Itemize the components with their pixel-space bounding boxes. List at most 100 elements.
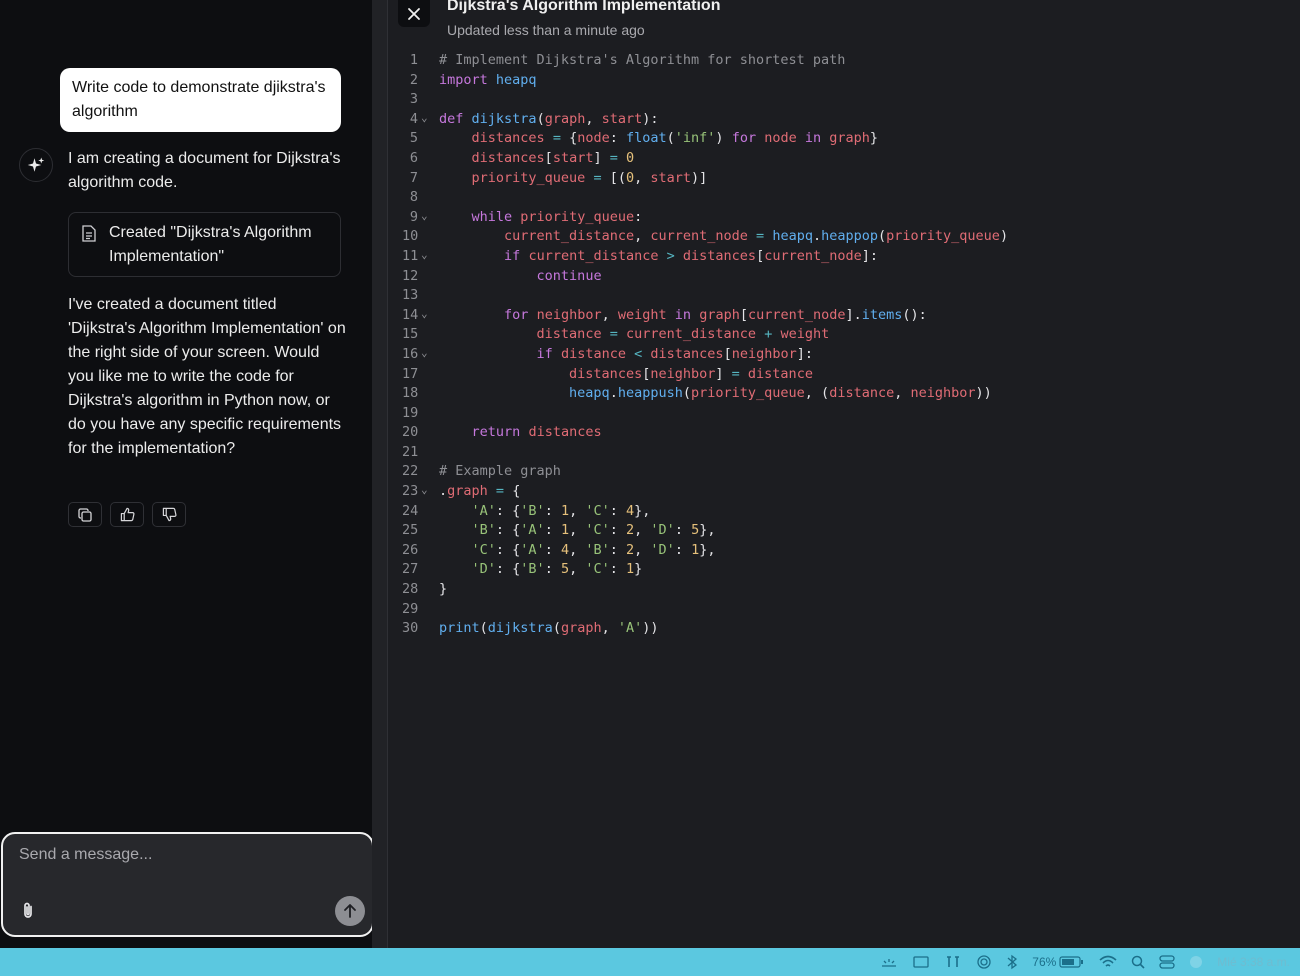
document-icon	[82, 225, 96, 242]
siri-icon[interactable]	[1189, 955, 1203, 969]
code-text: 'C': {'A': 4, 'B': 2, 'D': 1},	[471, 541, 716, 558]
line-number: 17	[402, 365, 419, 382]
assistant-reply: I've created a document titled 'Dijkstra…	[68, 296, 346, 457]
code-text: # Implement Dijkstra's Algorithm for sho…	[439, 52, 846, 68]
line-number: 10	[402, 228, 419, 245]
fold-chevron-icon[interactable]: ⌄	[421, 108, 428, 128]
code-line: 24 'A': {'B': 1, 'C': 4},	[388, 502, 1300, 522]
code-text: }	[439, 581, 448, 598]
line-number: 4	[409, 110, 418, 127]
copy-icon	[78, 507, 92, 522]
code-line: 29	[388, 600, 1300, 620]
line-number: 26	[402, 541, 419, 558]
code-text: def dijkstra(graph, start):	[439, 110, 659, 127]
line-number: 8	[409, 189, 418, 206]
line-number: 16	[402, 345, 419, 362]
line-number: 27	[402, 561, 419, 578]
line-number: 12	[402, 267, 419, 284]
fold-chevron-icon[interactable]: ⌄	[421, 245, 428, 265]
code-line: 10 current_distance, current_node = heap…	[388, 227, 1300, 247]
code-text: return distances	[471, 424, 602, 441]
line-number: 13	[402, 287, 419, 304]
clock[interactable]: Mié 3:38 a.m.	[1217, 955, 1290, 969]
code-line: 20 return distances	[388, 423, 1300, 443]
assistant-intro: I am creating a document for Dijkstra's …	[68, 150, 341, 191]
code-line: 15 distance = current_distance + weight	[388, 325, 1300, 345]
code-line: 16 ⌄ if distance < distances[neighbor]:	[388, 345, 1300, 365]
line-number: 9	[409, 208, 418, 225]
close-document-button[interactable]	[398, 0, 430, 27]
code-line: 7 priority_queue = [(0, start)]	[388, 169, 1300, 189]
document-card[interactable]: Created "Dijkstra's Algorithm Implementa…	[68, 212, 341, 277]
document-panel: Dijkstra's Algorithm Implementation Upda…	[388, 0, 1300, 948]
line-number: 25	[402, 522, 419, 539]
message-input[interactable]	[17, 844, 351, 888]
code-line: 27 'D': {'B': 5, 'C': 1}	[388, 560, 1300, 580]
sparkle-icon	[27, 157, 45, 172]
copy-button[interactable]	[68, 502, 102, 527]
airpods-icon[interactable]	[944, 955, 962, 969]
code-editor[interactable]: 1 # Implement Dijkstra's Algorithm for sh…	[388, 51, 1300, 639]
code-line: 19	[388, 404, 1300, 424]
code-line: 14 ⌄ for neighbor, weight in graph[curren…	[388, 306, 1300, 326]
line-number: 6	[409, 149, 418, 166]
code-line: 18 heapq.heappush(priority_queue, (dista…	[388, 384, 1300, 404]
line-number: 5	[409, 130, 418, 147]
line-number: 1	[409, 52, 418, 68]
code-text: if current_distance > distances[current_…	[504, 247, 879, 264]
code-text: current_distance, current_node = heapq.h…	[504, 228, 1009, 245]
line-number: 11	[402, 247, 419, 264]
airdrop-icon[interactable]	[976, 954, 992, 970]
code-text: 'A': {'B': 1, 'C': 4},	[471, 502, 651, 519]
code-line: 17 distances[neighbor] = distance	[388, 365, 1300, 385]
code-text: # Example graph	[439, 463, 561, 480]
code-text: .graph = {	[439, 483, 521, 500]
wifi-icon[interactable]	[1099, 955, 1117, 969]
line-number: 29	[402, 600, 419, 617]
code-text: continue	[536, 267, 602, 284]
code-line: 5 distances = {node: float('inf') for no…	[388, 129, 1300, 149]
line-number: 15	[402, 326, 419, 343]
fold-chevron-icon[interactable]: ⌄	[421, 206, 428, 226]
system-tray: 76% Mié 3:38 a.m.	[880, 948, 1290, 976]
line-number: 7	[409, 169, 418, 186]
code-line: 28}	[388, 580, 1300, 600]
attach-button[interactable]	[20, 902, 36, 925]
battery-icon	[1059, 956, 1084, 968]
user-message: Write code to demonstrate djikstra's alg…	[60, 68, 341, 132]
message-composer	[1, 832, 374, 937]
line-number: 21	[402, 443, 419, 460]
line-number: 30	[402, 620, 419, 637]
code-text: priority_queue = [(0, start)]	[471, 169, 708, 186]
code-text: print(dijkstra(graph, 'A'))	[439, 620, 659, 637]
fold-chevron-icon[interactable]: ⌄	[421, 304, 428, 324]
paperclip-icon	[24, 902, 32, 918]
line-number: 14	[402, 306, 419, 323]
line-number: 20	[402, 424, 419, 441]
code-line: 1 # Implement Dijkstra's Algorithm for sh…	[388, 51, 1300, 71]
fold-chevron-icon[interactable]: ⌄	[421, 480, 428, 500]
message-actions	[68, 502, 186, 527]
brightness-icon[interactable]	[880, 956, 898, 968]
code-line: 4 ⌄ def dijkstra(graph, start):	[388, 110, 1300, 130]
control-center-icon[interactable]	[1159, 955, 1175, 969]
fold-chevron-icon[interactable]: ⌄	[421, 343, 428, 363]
code-line: 25 'B': {'A': 1, 'C': 2, 'D': 5},	[388, 521, 1300, 541]
code-text: import heapq	[439, 71, 537, 88]
display-icon[interactable]	[912, 955, 930, 969]
thumbs-up-button[interactable]	[110, 502, 144, 527]
code-line: 23 ⌄ .graph = {	[388, 482, 1300, 502]
code-line: 11 ⌄ if current_distance > distances[curr…	[388, 247, 1300, 267]
code-line: 8	[388, 188, 1300, 208]
send-button[interactable]	[335, 896, 365, 926]
code-line: 2 import heapq	[388, 71, 1300, 91]
bluetooth-icon[interactable]	[1006, 954, 1018, 970]
battery-indicator[interactable]: 76%	[1032, 955, 1085, 969]
thumbs-down-button[interactable]	[152, 502, 186, 527]
line-number: 3	[409, 91, 418, 108]
spotlight-search-icon[interactable]	[1131, 955, 1145, 969]
document-updated-status: Updated less than a minute ago	[447, 22, 645, 38]
panel-splitter[interactable]	[372, 0, 388, 948]
code-line: 30 print(dijkstra(graph, 'A'))	[388, 619, 1300, 639]
code-line: 26 'C': {'A': 4, 'B': 2, 'D': 1},	[388, 541, 1300, 561]
